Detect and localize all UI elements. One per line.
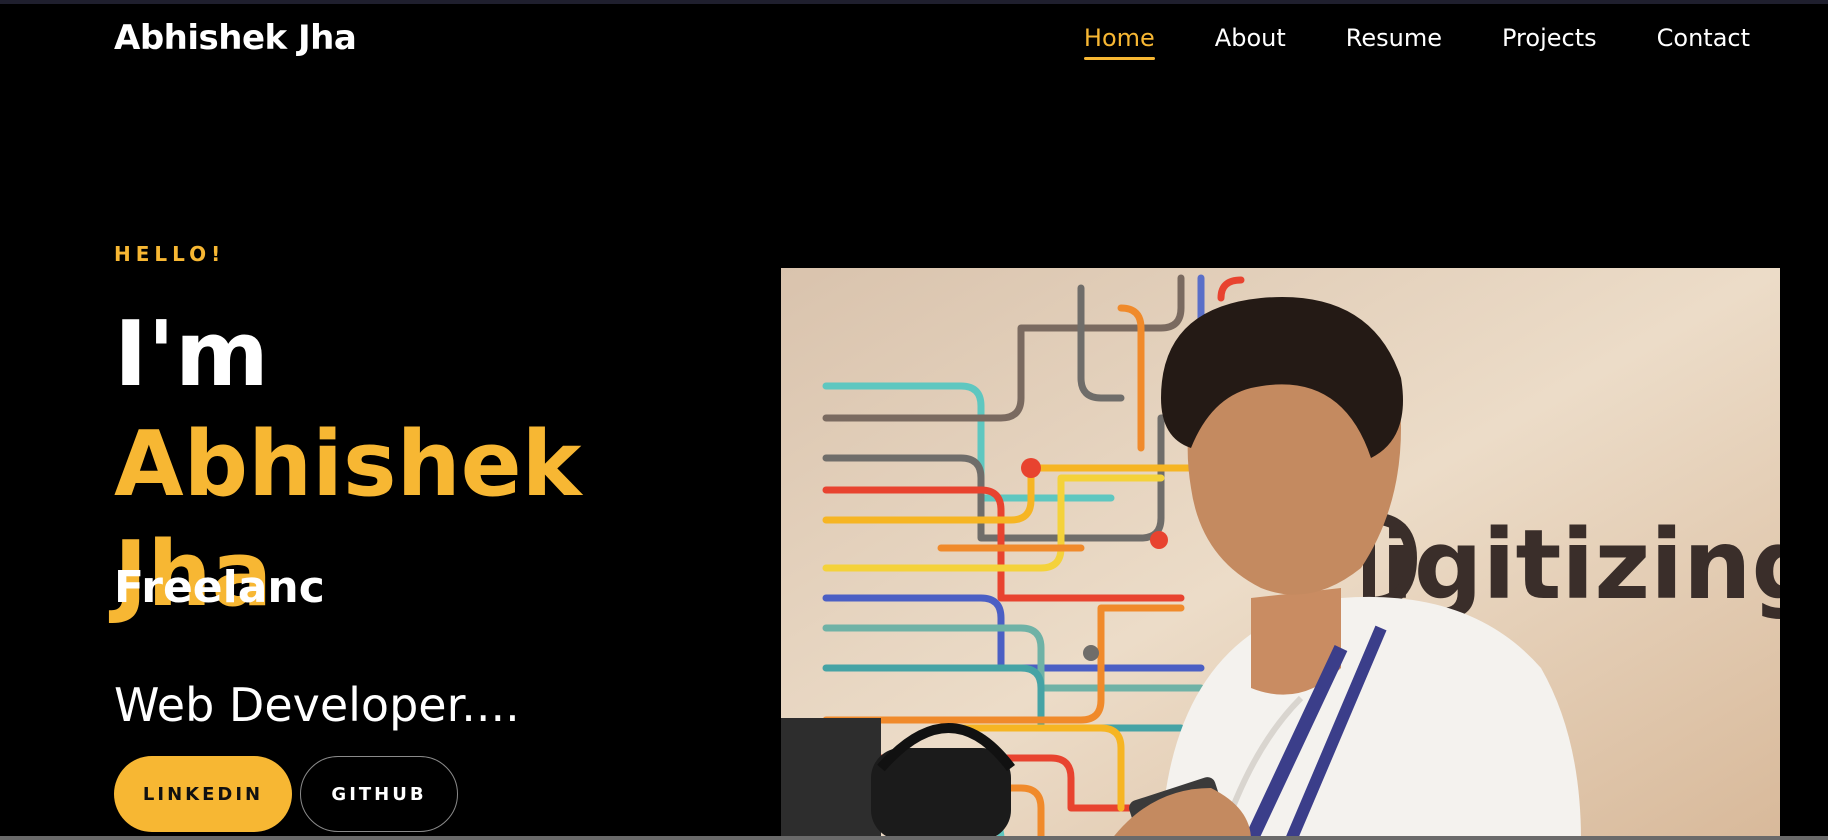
nav-item-contact[interactable]: Contact [1657, 24, 1750, 60]
hero-greeting: HELLO! [114, 242, 226, 266]
wall-text: igitizing [1381, 509, 1780, 621]
nav-item-about[interactable]: About [1215, 24, 1286, 60]
role-line: Web Developer.... [114, 678, 520, 732]
profile-photo: igitizing [781, 268, 1780, 840]
linkedin-button[interactable]: LINKEDIN [114, 756, 292, 832]
brand-logo[interactable]: Abhishek Jha [114, 18, 357, 58]
main-nav: Home About Resume Projects Contact [1083, 24, 1750, 60]
headline-prefix: I'm [114, 302, 269, 407]
typed-role-text: Freelanc [114, 562, 325, 613]
nav-item-home[interactable]: Home [1083, 24, 1155, 60]
profile-photo-illustration: igitizing [781, 268, 1780, 840]
nav-item-projects[interactable]: Projects [1502, 24, 1597, 60]
office-chair [781, 718, 881, 840]
nav-item-resume[interactable]: Resume [1346, 24, 1442, 60]
github-button[interactable]: GITHUB [300, 756, 458, 832]
window-top-border [0, 0, 1828, 4]
window-bottom-border [0, 836, 1828, 840]
